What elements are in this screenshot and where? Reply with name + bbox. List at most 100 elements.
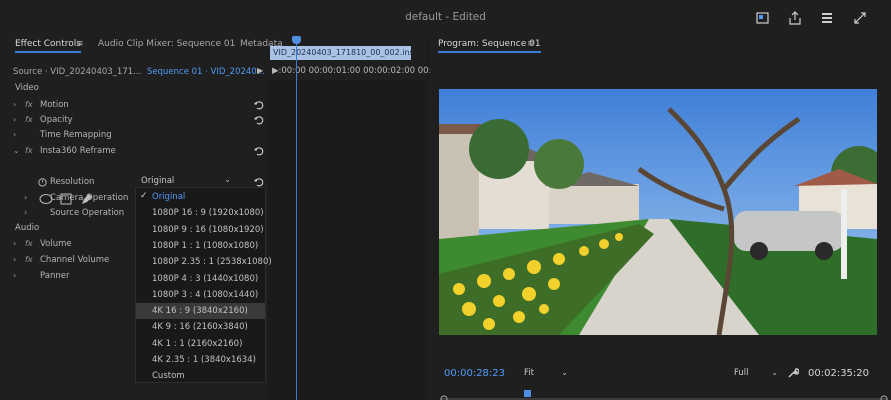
resolution-select[interactable]: Original ⌄ (137, 174, 235, 188)
fx-icon: fx (25, 239, 33, 248)
resolution-option-label: 1080P 16 : 9 (1920x1080) (152, 208, 264, 219)
scrub-playhead (524, 390, 531, 397)
effect-label: Motion (40, 100, 69, 110)
resolution-dropdown: ✓ Original 1080P 16 : 9 (1920x1080) 1080P 9… (135, 187, 272, 384)
fx-icon: fx (25, 100, 33, 109)
reset-icon[interactable] (253, 145, 265, 157)
resolution-label: Resolution (50, 177, 95, 187)
program-monitor-title[interactable]: Program: Sequence 01 (438, 39, 541, 53)
effect-row-insta360-reframe[interactable]: ⌄ fx Insta360 Reframe (0, 144, 268, 159)
video-frame[interactable] (439, 89, 877, 335)
effect-label: Insta360 Reframe (40, 146, 116, 156)
resolution-option[interactable]: 1080P 3 : 4 (1080x1440) (136, 287, 265, 303)
effect-playhead-handle[interactable] (292, 36, 301, 44)
rectangle-mask-icon (60, 193, 72, 205)
reset-icon[interactable] (253, 114, 265, 126)
video-section-label: Video (15, 83, 39, 93)
resolution-option-label: 4K 9 : 16 (2160x3840) (152, 322, 248, 333)
tree (534, 139, 584, 189)
resolution-option-label: 1080P 1 : 1 (1080x1080) (152, 240, 259, 251)
fx-icon: fx (25, 146, 33, 155)
effect-label: Opacity (40, 115, 73, 125)
mask-shape-tools (39, 193, 99, 205)
chevron-down-icon: ⌄ (224, 175, 231, 184)
chevron-right-icon[interactable]: › (13, 271, 16, 280)
effect-label: Time Remapping (40, 130, 112, 140)
current-timecode[interactable]: 00:00:28:23 (444, 368, 505, 379)
tab-audio-clip-mixer[interactable]: Audio Clip Mixer: Sequence 01 (98, 39, 235, 49)
chevron-right-icon[interactable]: › (13, 130, 16, 139)
program-scrub-bar[interactable] (440, 390, 888, 400)
resolution-option-label: Original (152, 192, 186, 202)
tab-menu-icon[interactable]: ≡ (76, 39, 84, 49)
effect-label: Volume (40, 239, 72, 249)
resolution-option-label: 1080P 4 : 3 (1440x1080) (152, 273, 259, 284)
effect-row-time-remapping[interactable]: › Time Remapping (0, 128, 268, 143)
menu-icon[interactable] (819, 10, 835, 26)
resolution-option[interactable]: 1080P 9 : 16 (1080x1920) (136, 222, 265, 238)
resolution-option[interactable]: 1080P 1 : 1 (1080x1080) (136, 238, 265, 254)
chevron-right-icon[interactable]: › (13, 239, 16, 248)
resolution-option-label: 4K 16 : 9 (3840x2160) (152, 306, 248, 317)
resolution-option-label: 1080P 3 : 4 (1080x1440) (152, 289, 259, 300)
effect-row-motion[interactable]: › fx Motion (0, 98, 268, 113)
resolution-option-label: 1080P 2.35 : 1 (2538x1080) (152, 257, 272, 268)
fx-icon: fx (25, 115, 33, 124)
resolution-option-label: 4K 1 : 1 (2160x2160) (152, 338, 243, 349)
resolution-option-label: 4K 2.35 : 1 (3840x1634) (152, 355, 256, 365)
chevron-down-icon[interactable]: ⌄ (13, 146, 20, 155)
resolution-option[interactable]: 4K 2.35 : 1 (3840x1634) (136, 352, 265, 368)
resolution-option[interactable]: 4K 1 : 1 (2160x2160) (136, 336, 265, 352)
effect-timeline[interactable] (268, 80, 425, 400)
stopwatch-icon[interactable] (37, 176, 48, 190)
program-monitor-panel: Program: Sequence 01 ≡ 00:00:28:23 Fit ⌄… (430, 34, 891, 400)
zoom-fit-select[interactable]: Fit ⌄ (524, 368, 568, 378)
tree (469, 119, 529, 179)
program-menu-icon[interactable]: ≡ (527, 39, 535, 49)
resolution-option[interactable]: 1080P 16 : 9 (1920x1080) (136, 205, 265, 221)
chevron-right-icon[interactable]: › (24, 208, 27, 217)
chevron-down-icon: ⌄ (561, 368, 568, 377)
share-icon[interactable] (787, 10, 803, 26)
ellipse-mask-icon (39, 194, 53, 204)
title-bar: default - Edited (0, 0, 891, 34)
resolution-current-value: Original (141, 176, 175, 186)
effect-label: Channel Volume (40, 255, 110, 265)
resolution-option-label: 1080P 9 : 16 (1080x1920) (152, 224, 264, 235)
clip-label[interactable]: VID_20240403_171810_00_002.insv (270, 46, 411, 60)
fx-icon: fx (25, 255, 33, 264)
resolution-option[interactable]: Custom (136, 368, 265, 384)
zoom-fit-value: Fit (524, 368, 534, 378)
resolution-option-label: Custom (152, 371, 185, 382)
source-label[interactable]: Source · VID_20240403_171... (13, 67, 141, 77)
chevron-right-icon[interactable]: › (13, 100, 16, 109)
pen-mask-icon (82, 194, 92, 204)
resolution-option[interactable]: 1080P 2.35 : 1 (2538x1080) (136, 254, 272, 270)
resolution-option[interactable]: 4K 9 : 16 (2160x3840) (136, 319, 265, 335)
tab-effect-controls[interactable]: Effect Controls (15, 39, 81, 53)
wrench-icon[interactable] (787, 367, 800, 379)
source-operation-label: Source Operation (50, 208, 125, 218)
fullscreen-icon[interactable] (852, 10, 868, 26)
effect-label: Panner (40, 271, 70, 281)
effect-playhead-line[interactable] (296, 36, 297, 400)
chevron-right-icon[interactable]: › (13, 255, 16, 264)
program-controls-row: 00:00:28:23 Fit ⌄ Full ⌄ 00:02:35:20 (430, 365, 891, 383)
checkmark-icon: ✓ (140, 191, 148, 201)
duration-timecode: 00:02:35:20 (808, 368, 870, 379)
mailbox-post (841, 189, 847, 279)
playback-resolution-value: Full (734, 368, 749, 378)
workspace-icon[interactable] (755, 10, 771, 26)
resolution-option[interactable]: ✓ Original (136, 189, 265, 205)
resolution-option[interactable]: 4K 16 : 9 (3840x2160) (136, 303, 265, 320)
effect-row-opacity[interactable]: › fx Opacity (0, 113, 268, 128)
reset-icon[interactable] (253, 99, 265, 111)
play-triangle-icon[interactable]: ▶ (257, 66, 263, 75)
resolution-option[interactable]: 1080P 4 : 3 (1440x1080) (136, 271, 265, 287)
chevron-right-icon[interactable]: › (24, 193, 27, 202)
audio-section-label: Audio (15, 223, 40, 233)
chevron-right-icon[interactable]: › (13, 115, 16, 124)
house-far (549, 184, 639, 224)
playback-resolution-select[interactable]: Full ⌄ (734, 368, 778, 378)
sequence-label[interactable]: Sequence 01 · VID_20240... (147, 67, 265, 77)
